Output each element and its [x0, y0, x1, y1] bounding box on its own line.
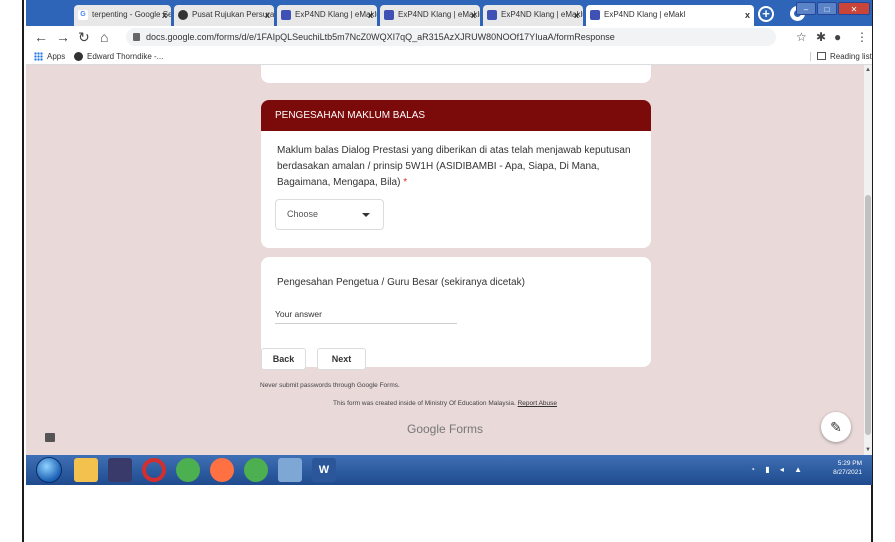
page-scrollbar[interactable]: ▲ ▼ — [864, 65, 872, 455]
account-avatar-icon[interactable]: ● — [834, 30, 841, 44]
tab-label: Pusat Rujukan Persurat — [192, 10, 274, 19]
forward-arrow-icon[interactable]: → — [56, 29, 70, 45]
google-forms-brand: Google Forms — [406, 422, 484, 436]
section-title: PENGESAHAN MAKLUM BALAS — [275, 110, 426, 121]
close-tab-icon[interactable]: x — [368, 10, 373, 20]
browser-toolbar: ← → ↻ ⌂ docs.google.com/forms/d/e/1FAIpQ… — [26, 26, 872, 48]
required-mark: * — [403, 177, 408, 188]
choose-dropdown[interactable]: Choose — [275, 199, 384, 230]
start-button-icon[interactable] — [36, 457, 62, 483]
reading-list-button[interactable]: Reading list — [810, 52, 872, 61]
window-controls: – □ ✕ — [796, 2, 870, 15]
extensions-icon[interactable]: ✱ — [816, 30, 826, 44]
windows-taskbar: W ◔ ▮ ◂ ▲ 5:29 PM 8/27/2021 — [26, 455, 872, 485]
globe-icon — [74, 52, 83, 61]
tab-3[interactable]: ExP4ND Klang | eMaklu x — [380, 5, 480, 26]
tab-5-active[interactable]: ExP4ND Klang | eMakl x — [586, 5, 754, 26]
forms-icon — [384, 10, 394, 20]
reload-icon[interactable]: ↻ — [78, 29, 90, 45]
menu-kebab-icon[interactable]: ⋮ — [856, 30, 868, 44]
password-warning: Never submit passwords through Google Fo… — [260, 382, 400, 389]
back-arrow-icon[interactable]: ← — [34, 29, 48, 45]
clock-time: 5:29 PM — [837, 460, 862, 467]
created-text: This form was created inside of Ministry… — [333, 400, 516, 407]
clock[interactable]: 5:29 PM 8/27/2021 — [833, 459, 862, 477]
tab-1[interactable]: Pusat Rujukan Persurat x — [174, 5, 274, 26]
answer-placeholder: Your answer — [275, 309, 322, 319]
question-1-text: Maklum balas Dialog Prestasi yang diberi… — [277, 145, 631, 188]
forms-icon — [281, 10, 291, 20]
tab-strip: G terpenting - Google Se x Pusat Rujukan… — [26, 0, 872, 26]
tab-2[interactable]: ExP4ND Klang | eMaklu x — [277, 5, 377, 26]
close-tab-icon[interactable]: x — [162, 10, 167, 20]
chrome-icon[interactable] — [176, 458, 200, 482]
apps-grid-icon — [34, 52, 43, 61]
screenshot-frame: G terpenting - Google Se x Pusat Rujukan… — [22, 0, 873, 542]
bookmark-label: Edward Thorndike -... — [87, 52, 164, 61]
tab-0[interactable]: G terpenting - Google Se x — [74, 5, 171, 26]
lock-icon — [133, 33, 140, 41]
bookmark-edward-thorndike[interactable]: Edward Thorndike -... — [74, 52, 163, 61]
scroll-down-icon[interactable]: ▼ — [864, 447, 872, 453]
scrollbar-thumb[interactable] — [865, 195, 871, 435]
dropdown-value: Choose — [287, 209, 319, 219]
star-icon[interactable]: ☆ — [796, 30, 807, 44]
your-answer-input[interactable]: Your answer — [275, 307, 457, 324]
section-card: PENGESAHAN MAKLUM BALAS Maklum balas Dia… — [261, 100, 651, 248]
previous-card — [261, 65, 651, 83]
feedback-icon[interactable] — [45, 433, 55, 442]
bookmarks-bar: Apps Edward Thorndike -... Reading list — [26, 48, 872, 65]
forms-icon — [590, 10, 600, 20]
explorer-icon[interactable] — [74, 458, 98, 482]
browser-window: G terpenting - Google Se x Pusat Rujukan… — [26, 0, 872, 485]
edit-pencil-icon[interactable]: ✎ — [821, 412, 851, 442]
form-page: PENGESAHAN MAKLUM BALAS Maklum balas Dia… — [26, 65, 864, 455]
firefox-icon[interactable] — [210, 458, 234, 482]
files-icon[interactable] — [278, 458, 302, 482]
close-tab-icon[interactable]: x — [265, 10, 270, 20]
system-tray-icons[interactable]: ◔ ▮ ◂ ▲ — [750, 465, 806, 474]
bookmark-apps[interactable]: Apps — [34, 52, 65, 61]
media-icon[interactable] — [108, 458, 132, 482]
tab-label: ExP4ND Klang | eMaklu — [501, 10, 583, 19]
close-window-button[interactable]: ✕ — [838, 2, 870, 15]
close-tab-icon[interactable]: x — [471, 10, 476, 20]
tab-label: ExP4ND Klang | eMaklu — [398, 10, 480, 19]
word-icon[interactable]: W — [312, 458, 336, 482]
created-notice: This form was created inside of Ministry… — [26, 400, 864, 407]
new-tab-button[interactable]: + — [758, 6, 774, 22]
url-text: docs.google.com/forms/d/e/1FAIpQLSeuchiL… — [146, 32, 615, 42]
scroll-up-icon[interactable]: ▲ — [864, 67, 872, 73]
opera-icon[interactable] — [142, 458, 166, 482]
maximize-button[interactable]: □ — [817, 2, 837, 15]
caret-down-icon — [362, 213, 370, 217]
section-header: PENGESAHAN MAKLUM BALAS — [261, 100, 651, 131]
bookmark-label: Apps — [47, 52, 66, 61]
close-tab-icon[interactable]: x — [745, 10, 750, 20]
home-icon[interactable]: ⌂ — [100, 29, 108, 45]
address-bar[interactable]: docs.google.com/forms/d/e/1FAIpQLSeuchiL… — [126, 28, 776, 46]
reading-list-label: Reading list — [830, 52, 872, 61]
forms-icon — [487, 10, 497, 20]
minimize-button[interactable]: – — [796, 2, 816, 15]
tab-label: ExP4ND Klang | eMakl — [604, 10, 686, 19]
tab-label: ExP4ND Klang | eMaklu — [295, 10, 377, 19]
back-button[interactable]: Back — [261, 348, 306, 370]
chrome2-icon[interactable] — [244, 458, 268, 482]
tab-4[interactable]: ExP4ND Klang | eMaklu x — [483, 5, 583, 26]
report-abuse-link[interactable]: Report Abuse — [518, 400, 557, 407]
next-button[interactable]: Next — [317, 348, 366, 370]
question-1: Maklum balas Dialog Prestasi yang diberi… — [261, 131, 651, 191]
reading-list-icon — [817, 52, 826, 60]
clock-date: 8/27/2021 — [833, 469, 862, 476]
google-icon: G — [78, 10, 88, 20]
question-2-text: Pengesahan Pengetua / Guru Besar (sekira… — [277, 277, 525, 288]
close-tab-icon[interactable]: x — [574, 10, 579, 20]
site-icon — [178, 10, 188, 20]
tab-label: terpenting - Google Se — [92, 10, 171, 19]
